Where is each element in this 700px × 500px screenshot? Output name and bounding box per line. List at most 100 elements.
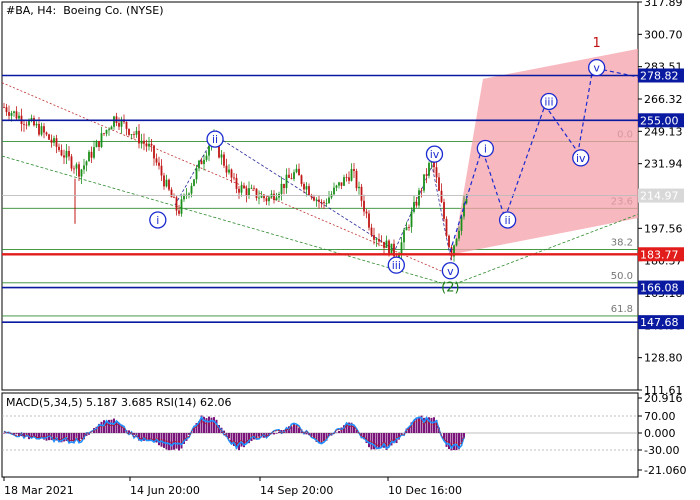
candle-body	[455, 238, 458, 246]
wave-label: i	[484, 143, 487, 156]
wave-label: iv	[430, 148, 440, 161]
candle-body	[40, 126, 43, 135]
candle-body	[130, 134, 133, 135]
candle-body	[170, 189, 173, 198]
candle-body	[423, 174, 425, 191]
candle-body	[350, 168, 353, 181]
candle-body	[418, 190, 420, 206]
candle-body	[10, 113, 13, 116]
candle-body	[405, 226, 408, 231]
candle-body	[25, 124, 28, 126]
candle-body	[158, 162, 160, 166]
macd-histogram-bar	[433, 417, 435, 433]
candle-body	[85, 161, 88, 166]
wave-label: iii	[544, 95, 553, 108]
candle-body	[245, 188, 248, 196]
candle-body	[135, 130, 138, 135]
candle-body	[150, 143, 153, 146]
candle-body	[435, 167, 438, 178]
price-tag-label: 278.82	[640, 69, 679, 82]
candle-body	[303, 184, 305, 190]
candle-body	[15, 111, 18, 119]
candle-body	[23, 124, 25, 125]
candle-body	[240, 185, 243, 193]
indicator-tick-label: -30.00	[644, 444, 679, 457]
candle-body	[363, 200, 365, 212]
candle-body	[280, 183, 283, 194]
candle-body	[190, 185, 193, 194]
indicator-tick-label: -21.060	[644, 464, 686, 477]
candle-body	[378, 238, 380, 242]
candle-body	[70, 156, 73, 169]
candle-body	[110, 126, 113, 130]
candle-body	[113, 116, 115, 127]
macd-histogram-bar	[213, 417, 215, 433]
candle-body	[143, 140, 145, 144]
candle-body	[315, 199, 318, 201]
candle-body	[410, 211, 413, 228]
y-tick-label: 266.32	[644, 93, 683, 106]
candle-body	[415, 202, 418, 206]
candle-body	[255, 188, 258, 199]
macd-histogram-bar	[110, 419, 113, 433]
price-tag-label: 166.08	[640, 282, 679, 295]
candle-body	[65, 150, 68, 158]
macd-histogram-bar	[100, 421, 103, 433]
candle-body	[63, 155, 65, 158]
candle-body	[420, 190, 423, 192]
candle-body	[335, 185, 338, 188]
price-tag-label: 183.77	[640, 248, 679, 261]
candle-body	[173, 197, 175, 199]
candle-body	[353, 168, 355, 171]
macd-histogram-bar	[163, 433, 165, 448]
macd-histogram-bar	[445, 433, 448, 447]
candle-body	[320, 201, 323, 203]
candle-body	[265, 198, 268, 202]
candle-body	[195, 168, 198, 180]
macd-histogram-bar	[338, 430, 340, 433]
candle-body	[445, 218, 448, 236]
candle-body	[368, 213, 370, 228]
candle-body	[140, 140, 143, 144]
candle-body	[293, 172, 295, 179]
candle-body	[145, 143, 148, 147]
candle-body	[155, 158, 158, 163]
macd-histogram-bar	[240, 433, 243, 447]
candle-body	[208, 145, 210, 156]
macd-histogram-bar	[3, 433, 5, 434]
candle-body	[28, 120, 30, 126]
macd-histogram-bar	[275, 433, 278, 434]
macd-histogram-bar	[415, 417, 418, 433]
candle-body	[305, 186, 308, 190]
chart-title: #BA, H4: Boeing Co. (NYSE)	[6, 4, 164, 17]
candle-body	[128, 128, 130, 135]
macd-histogram-bar	[258, 433, 260, 437]
price-tag-label: 147.68	[640, 316, 679, 329]
candle-body	[118, 123, 120, 127]
y-tick-label: 317.89	[644, 0, 683, 9]
macd-histogram-bar	[180, 433, 183, 449]
wave-label: iv	[576, 152, 586, 165]
candle-body	[298, 168, 300, 176]
candle-body	[325, 203, 328, 204]
candle-body	[333, 187, 335, 195]
candle-body	[345, 177, 348, 178]
candle-body	[273, 193, 275, 201]
candle-body	[53, 138, 55, 143]
macd-histogram-bar	[448, 433, 450, 450]
candle-body	[225, 165, 228, 173]
candle-body	[360, 186, 363, 201]
macd-histogram-bar	[378, 433, 380, 449]
candle-body	[458, 230, 460, 239]
candle-body	[13, 111, 15, 114]
candle-body	[48, 134, 50, 140]
candle-body	[328, 197, 330, 204]
macd-histogram-bar	[15, 433, 18, 435]
candle-body	[238, 188, 240, 193]
candle-body	[248, 188, 250, 196]
indicator-title: MACD(5,34,5) 5.187 3.685 RSI(14) 62.06	[6, 396, 232, 409]
candle-body	[33, 117, 35, 126]
candle-body	[283, 183, 285, 189]
wave-label: v	[593, 62, 600, 75]
candle-body	[98, 141, 100, 147]
